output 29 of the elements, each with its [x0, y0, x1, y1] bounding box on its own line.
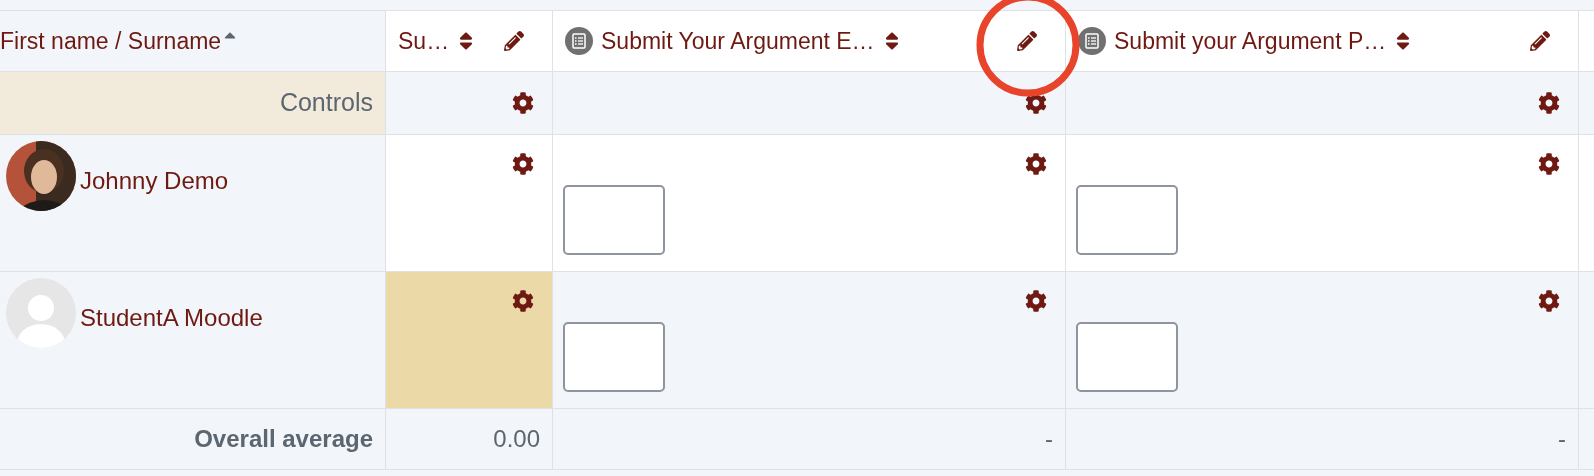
grade-input[interactable]: [563, 185, 665, 255]
column-header[interactable]: First name / Surname: [0, 23, 222, 59]
column-header[interactable]: Su…: [398, 23, 450, 59]
grade-input[interactable]: [1076, 322, 1178, 392]
settings-icon[interactable]: [512, 290, 534, 312]
settings-icon[interactable]: [512, 153, 534, 175]
row-label: Controls: [279, 87, 373, 119]
grade-input[interactable]: [563, 322, 665, 392]
student-name[interactable]: Johnny Demo: [80, 163, 229, 199]
average-value: -: [1045, 424, 1053, 454]
settings-icon[interactable]: [1025, 92, 1047, 114]
average-value: 0.00: [493, 424, 540, 454]
average-value: -: [1558, 424, 1566, 454]
settings-icon[interactable]: [1538, 153, 1560, 175]
settings-icon[interactable]: [1025, 290, 1047, 312]
column-header[interactable]: Submit your Argument P…: [1114, 23, 1387, 59]
settings-icon[interactable]: [1538, 290, 1560, 312]
column-header[interactable]: Submit Your Argument E…: [601, 23, 875, 59]
grade-input[interactable]: [1076, 185, 1178, 255]
row-label: Overall average: [194, 424, 373, 454]
edit-icon[interactable]: [1017, 31, 1037, 51]
edit-icon[interactable]: [1530, 31, 1550, 51]
student-name[interactable]: StudentA Moodle: [80, 300, 263, 336]
list-icon: [565, 27, 593, 55]
settings-icon[interactable]: [1025, 153, 1047, 175]
settings-icon[interactable]: [1538, 92, 1560, 114]
list-icon: [1078, 27, 1106, 55]
edit-icon[interactable]: [504, 31, 524, 51]
settings-icon[interactable]: [512, 92, 534, 114]
